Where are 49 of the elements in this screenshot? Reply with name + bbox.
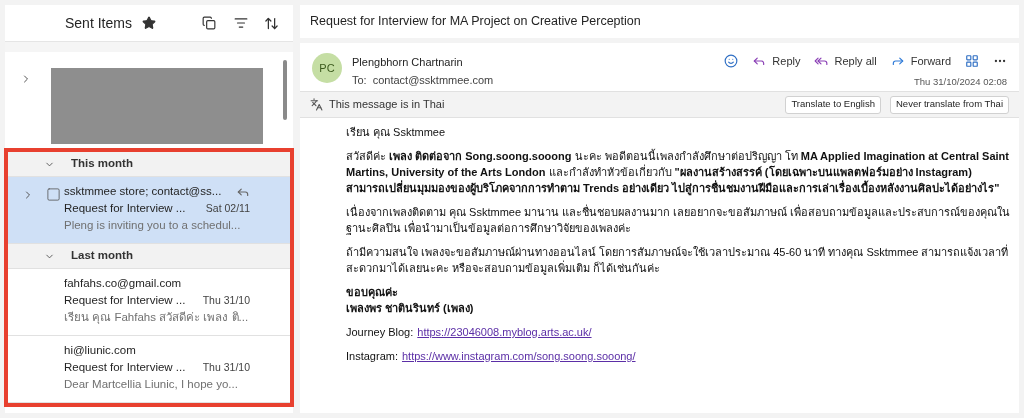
date: Thu 31/10 — [202, 360, 250, 375]
body-paragraph: ถ้ามีความสนใจ เพลงจะขอสัมภาษณ์ผ่านทางออนไลน์ โดยการสัมภาษณ์จะใช้เวลาประมาณ 45-60 นาที ทางคุณ Ssktmmee สามารถแจ้งเวลาที่สะดวกมาได้เลยนะคะ หรือจะสอบถามข้อมูลเพิ่มเติม ก็ได้เช่นกันค่ะ — [346, 244, 1010, 276]
body-paragraph: สวัสดีค่ะ เพลง ติดต่อจาก Song.soong.sooong นะคะ พอดีตอนนี้เพลงกำลังศึกษาต่อปริญญา โท MA Applied Imagination at Central Saint Martins, University of the Arts London และกำลังทำหัวข้อเกี่ยวกับ "ผลงานสร้างสรรค์ (โดยเฉพาะบนแพลตฟอร์มอย่าง Instagram) สามารถเปลี่ยนมุมมองของผู้บริโภคจากการทำตาม Trends อย่างเดียว ไปสู่การชื่นชมงานฝีมือและการเล่าเรื่องเบื้องหลังงานศิลปะได้อย่างไร" — [346, 148, 1010, 196]
subject: Request for Interview ... — [64, 360, 186, 375]
checkbox[interactable] — [46, 187, 61, 202]
signature-line: เพลงพร ชาตินรินทร์ (เพลง) — [346, 301, 475, 316]
star-icon[interactable] — [141, 16, 156, 30]
message-subject: Request for Interview for MA Project on Creative Perception — [310, 13, 641, 31]
date: Sat 02/11 — [205, 201, 250, 216]
group-label: Last month — [71, 248, 133, 264]
translate-icon — [310, 98, 323, 111]
action-button[interactable]: Reply — [752, 53, 801, 70]
avatar: PC — [312, 53, 342, 83]
body-paragraph: เนื่องจากเพลงติดตาม คุณ Ssktmmee มานาน และชื่นชอบผลงานมาก เลยอยากจะขอสัมภาษณ์ เพื่อสอบถามข้อมูลและประสบการณ์ของคุณในฐานะศิลปิน เพื่อนำมาเป็นข้อมูลต่อการศึกษาวิจัยของเพลงค่ะ — [346, 204, 1011, 236]
subject: Request for Interview ... — [64, 293, 186, 308]
sender-name: Plengbhorn Chartnarin — [352, 55, 464, 70]
subject: Request for Interview ... — [64, 201, 186, 216]
action-button[interactable]: Reply all — [814, 53, 877, 70]
to-label: To: — [352, 73, 367, 88]
preview: Dear Martcellia Liunic, I hope yo... — [64, 377, 239, 392]
translate-button[interactable]: Translate to English — [785, 95, 881, 114]
select-icon[interactable] — [202, 16, 216, 30]
signature-line: ขอบคุณค่ะ — [346, 285, 399, 300]
date: Thu 31/10 — [202, 293, 250, 308]
preview: Pleng is inviting you to a schedul... — [64, 218, 242, 233]
link-label: Journey Blog: — [346, 325, 414, 340]
sender: fahfahs.co@gmail.com — [64, 276, 182, 291]
action-button[interactable]: Forward — [890, 53, 951, 70]
sort-icon[interactable] — [264, 15, 279, 31]
sender: hi@liunic.com — [64, 343, 136, 358]
link[interactable]: https://23046008.myblog.arts.ac.uk/ — [417, 324, 592, 340]
apps-icon[interactable] — [965, 54, 979, 69]
message-date: Thu 31/10/2024 02:08 — [914, 74, 1007, 89]
link[interactable]: https://www.instagram.com/song.soong.sooong/ — [401, 348, 636, 364]
translation-notice: This message is in Thai — [329, 97, 445, 113]
scrollbar[interactable] — [283, 60, 287, 120]
folder-title: Sent Items — [65, 13, 132, 33]
group-header[interactable]: Last month — [8, 244, 290, 269]
sender: ssktmmee store; contact@ss... — [64, 184, 222, 199]
preview: เรียน คุณ Fahfahs สวัสดีค่ะ เพลง ติ... — [64, 310, 250, 326]
filter-icon[interactable] — [234, 16, 248, 30]
group-label: This month — [71, 156, 133, 172]
link-label: Instagram: — [346, 349, 398, 364]
emoji-icon[interactable] — [724, 54, 739, 69]
translate-button[interactable]: Never translate from Thai — [890, 95, 1009, 114]
body-paragraph: เรียน คุณ Ssktmmee — [346, 125, 447, 140]
recipient: contact@ssktmmee.com — [372, 73, 494, 88]
message-list-item[interactable]: ssktmmee store; contact@ss... Request for Interview ... Sat 02/11 Pleng is inviting you to a schedul... — [8, 177, 290, 244]
group-header[interactable]: This month — [8, 152, 290, 177]
